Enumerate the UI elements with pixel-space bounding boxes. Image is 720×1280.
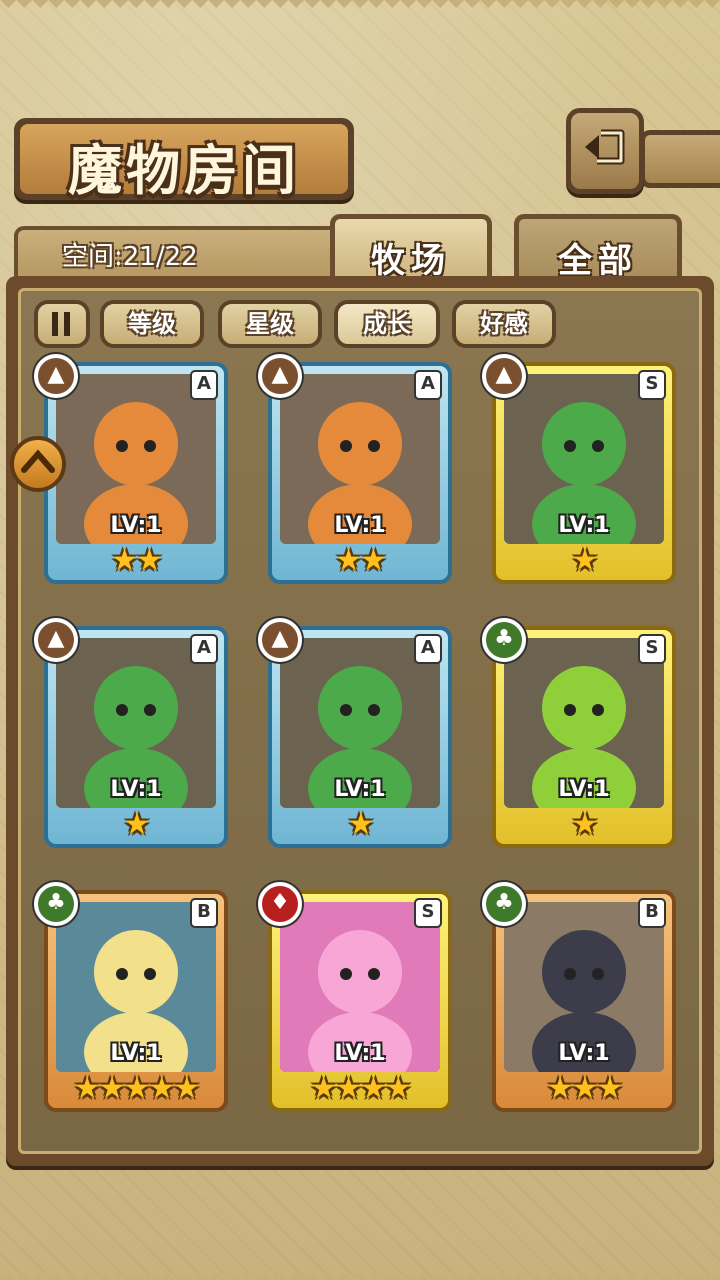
level-label: LV:1 xyxy=(334,513,386,538)
back-button-tail xyxy=(640,130,720,188)
page-title: 魔物房间 xyxy=(68,138,300,202)
rank-badge: A xyxy=(414,634,442,664)
monster-card[interactable]: S LV:1 ★ xyxy=(492,626,676,848)
back-button[interactable] xyxy=(566,108,644,194)
filter-affection[interactable]: 好感 xyxy=(452,300,556,348)
rank-badge: A xyxy=(414,370,442,400)
star-rating: ★★★★ xyxy=(310,1071,412,1106)
level-label: LV:1 xyxy=(558,1041,610,1066)
fire-icon: ♦ xyxy=(258,882,302,926)
grass-icon: ♣ xyxy=(482,882,526,926)
filter-level[interactable]: 等级 xyxy=(100,300,204,348)
level-label: LV:1 xyxy=(334,777,386,802)
grass-icon: ♣ xyxy=(34,882,78,926)
star-rating: ★ xyxy=(347,807,375,842)
monster-card[interactable]: A LV:1 ★★ xyxy=(268,362,452,584)
level-label: LV:1 xyxy=(558,777,610,802)
level-label: LV:1 xyxy=(558,513,610,538)
sort-toggle-button[interactable] xyxy=(34,300,90,348)
grass-icon: ♣ xyxy=(482,618,526,662)
rank-badge: B xyxy=(638,898,666,928)
earth-icon: ▲ xyxy=(482,354,526,398)
star-rating: ★ xyxy=(123,807,151,842)
monster-card[interactable]: B LV:1 ★★★★★ xyxy=(44,890,228,1112)
rank-badge: S xyxy=(414,898,442,928)
level-label: LV:1 xyxy=(110,513,162,538)
rank-badge: A xyxy=(190,370,218,400)
earth-icon: ▲ xyxy=(34,354,78,398)
bottom-border xyxy=(0,1264,720,1280)
monster-card[interactable]: S LV:1 ★★★★ xyxy=(268,890,452,1112)
monster-card[interactable]: A LV:1 ★★ xyxy=(44,362,228,584)
star-rating: ★★ xyxy=(111,543,163,578)
star-rating: ★★★ xyxy=(546,1071,624,1106)
level-label: LV:1 xyxy=(110,1041,162,1066)
level-label: LV:1 xyxy=(334,1041,386,1066)
tab-ranch[interactable]: 牧场 xyxy=(330,214,492,284)
filter-star[interactable]: 星级 xyxy=(218,300,322,348)
monster-card[interactable]: A LV:1 ★ xyxy=(44,626,228,848)
tab-label: 牧场 xyxy=(371,241,451,281)
side-scroll-button[interactable] xyxy=(10,436,66,492)
star-rating: ★★ xyxy=(335,543,387,578)
tab-all[interactable]: 全部 xyxy=(514,214,682,284)
rank-badge: A xyxy=(190,634,218,664)
earth-icon: ▲ xyxy=(34,618,78,662)
arrow-icon xyxy=(21,449,55,473)
earth-icon: ▲ xyxy=(258,354,302,398)
tab-label: 全部 xyxy=(558,241,638,281)
earth-icon: ▲ xyxy=(258,618,302,662)
monster-card[interactable]: A LV:1 ★ xyxy=(268,626,452,848)
space-counter: 空间:21/22 xyxy=(62,242,198,272)
star-rating: ★★★★★ xyxy=(73,1071,200,1106)
filter-growth[interactable]: 成长 xyxy=(334,300,440,348)
back-arrow-icon xyxy=(585,129,625,165)
level-label: LV:1 xyxy=(110,777,162,802)
rank-badge: S xyxy=(638,370,666,400)
monster-card[interactable]: S LV:1 ★ xyxy=(492,362,676,584)
star-rating: ★ xyxy=(571,807,599,842)
rank-badge: S xyxy=(638,634,666,664)
rank-badge: B xyxy=(190,898,218,928)
monster-card[interactable]: B LV:1 ★★★ xyxy=(492,890,676,1112)
star-rating: ★ xyxy=(571,543,599,578)
title-plate: 魔物房间 xyxy=(14,118,354,202)
top-border xyxy=(0,0,720,16)
pause-icon xyxy=(52,312,70,336)
